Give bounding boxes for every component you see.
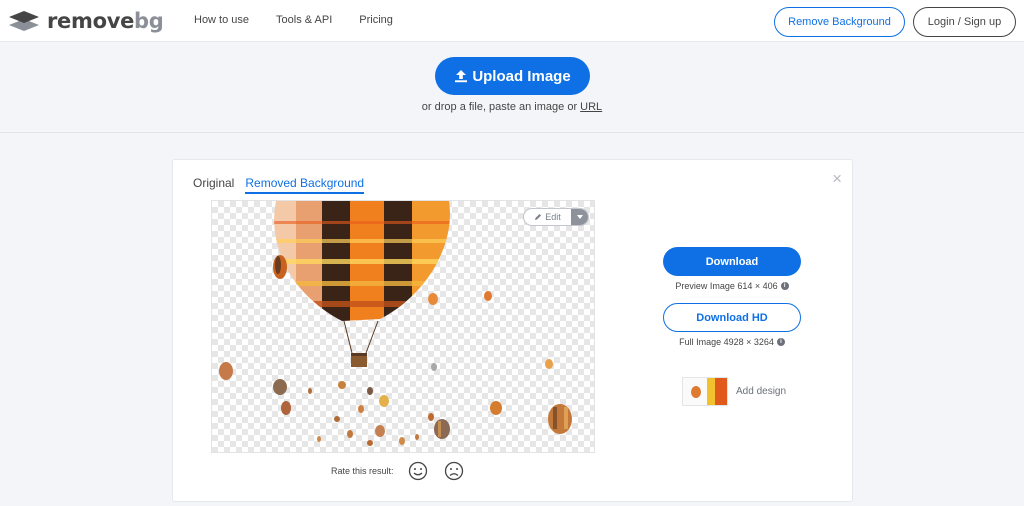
happy-face-icon[interactable] <box>408 461 428 481</box>
info-icon[interactable]: i <box>780 282 789 290</box>
result-tabs: Original Removed Background <box>193 176 365 194</box>
edit-button[interactable]: Edit <box>524 209 571 225</box>
preview-image-size: Preview Image 614 × 406 <box>675 281 778 291</box>
edit-dropdown-button[interactable] <box>571 209 588 225</box>
login-signup-button[interactable]: Login / Sign up <box>913 7 1016 37</box>
upload-image-button[interactable]: Upload Image <box>435 57 590 95</box>
caret-down-icon <box>576 215 583 219</box>
result-image-preview: Edit <box>211 200 595 453</box>
sad-face-icon[interactable] <box>444 461 464 481</box>
logo-text: removebg <box>47 9 164 33</box>
upload-image-label: Upload Image <box>472 67 571 85</box>
tab-original[interactable]: Original <box>193 176 234 194</box>
rate-label: Rate this result: <box>331 466 394 476</box>
design-thumbnail <box>682 377 728 406</box>
add-design-label: Add design <box>736 386 787 397</box>
upload-arrow-icon <box>455 70 468 83</box>
pencil-icon <box>535 214 542 220</box>
nav-links: How to use Tools & API Pricing <box>194 14 393 26</box>
download-button[interactable]: Download <box>663 247 801 276</box>
full-image-caption: Full Image 4928 × 3264 i <box>663 337 801 347</box>
logo[interactable]: removebg <box>8 9 164 33</box>
nav-how-to-use[interactable]: How to use <box>194 14 249 26</box>
close-icon[interactable]: × <box>832 170 842 187</box>
nav-pricing[interactable]: Pricing <box>359 14 393 26</box>
hot-air-balloons-image <box>219 201 572 446</box>
logo-stack-icon <box>9 11 39 31</box>
info-icon[interactable]: i <box>776 338 785 346</box>
result-card: Original Removed Background × Edit Rate … <box>172 159 853 502</box>
section-divider <box>0 132 1024 133</box>
drop-hint-text: or drop a file, paste an image or <box>421 101 581 113</box>
nav-tools-api[interactable]: Tools & API <box>276 14 332 26</box>
download-hd-button[interactable]: Download HD <box>663 303 801 332</box>
url-link[interactable]: URL <box>580 101 602 113</box>
drop-hint: or drop a file, paste an image or URL <box>0 101 1024 113</box>
top-navbar: removebg How to use Tools & API Pricing … <box>0 0 1024 42</box>
rate-result: Rate this result: <box>331 461 464 481</box>
tab-removed-background[interactable]: Removed Background <box>245 176 365 194</box>
add-design-button[interactable]: Add design <box>682 377 786 406</box>
edit-label: Edit <box>545 212 561 222</box>
remove-background-button[interactable]: Remove Background <box>774 7 905 37</box>
preview-image-caption: Preview Image 614 × 406 i <box>663 281 801 291</box>
edit-button-group: Edit <box>523 208 589 226</box>
full-image-size: Full Image 4928 × 3264 <box>679 337 774 347</box>
